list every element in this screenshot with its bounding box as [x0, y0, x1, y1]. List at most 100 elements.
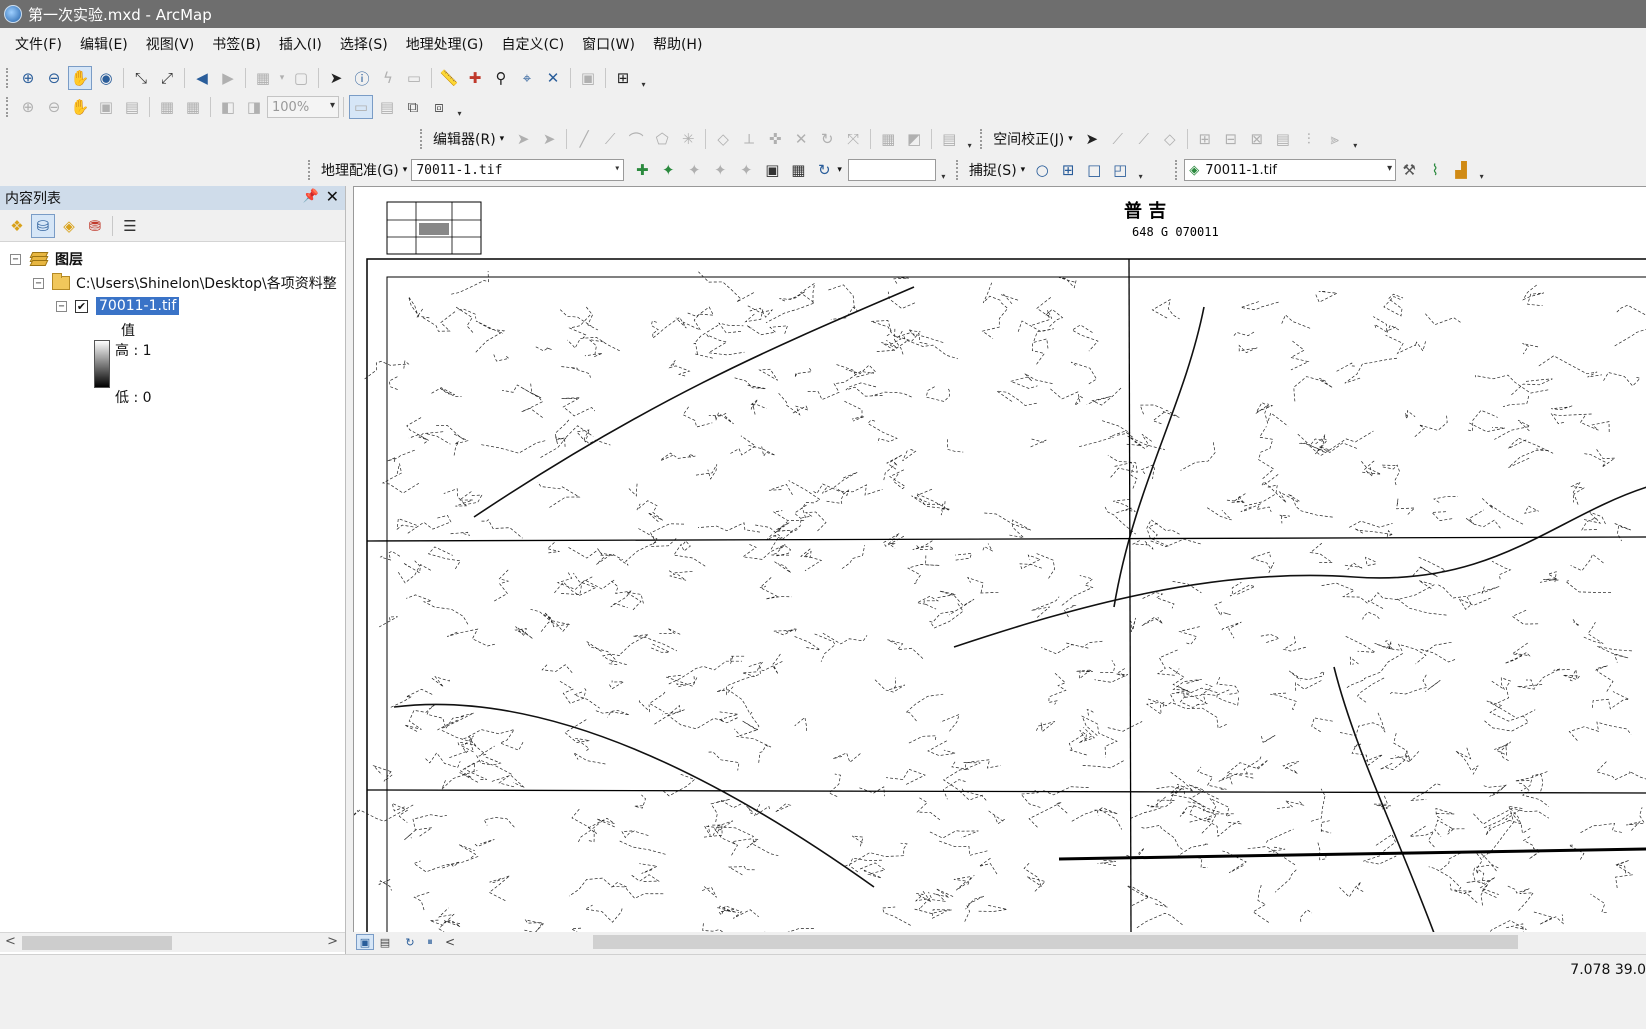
chevron-down-icon[interactable]: ▾	[1068, 134, 1073, 144]
toolbar-grip[interactable]	[6, 97, 10, 117]
time-slider-icon[interactable]: ▣	[576, 66, 600, 90]
toggle-draft-mode-icon[interactable]: ▭	[349, 95, 373, 119]
layout-zoom-combo[interactable]: 100% ▾	[267, 96, 339, 118]
create-features-icon[interactable]: ▤	[937, 127, 961, 151]
find-binoculars-icon[interactable]: ⚲	[489, 66, 513, 90]
fixed-zoom-in-layout-icon[interactable]: ▦	[155, 95, 179, 119]
toolbar-overflow-icon[interactable]: ▾	[965, 128, 974, 150]
edit-vertices-icon[interactable]: ◇	[711, 127, 735, 151]
zoom-to-selected-link-icon[interactable]: ✦	[708, 158, 732, 182]
scroll-right-arrow-icon[interactable]: >	[327, 934, 338, 949]
scale-tool-icon[interactable]: ⤧	[841, 127, 865, 151]
add-control-points-icon[interactable]: ✚	[630, 158, 654, 182]
effects-layer-combo[interactable]: ◈ 70011-1.tif ▾	[1184, 159, 1397, 181]
layout-zoom-in-icon[interactable]: ⊕	[16, 95, 40, 119]
layout-zoom-out-icon[interactable]: ⊖	[42, 95, 66, 119]
end-point-arc-icon[interactable]: ⟋	[598, 127, 622, 151]
sketch-properties-icon[interactable]: ◩	[902, 127, 926, 151]
list-by-source-icon[interactable]: ⛁	[31, 213, 55, 238]
chevron-down-icon[interactable]: ▾	[1387, 163, 1392, 174]
menu-bookmarks[interactable]: 书签(B)	[203, 28, 270, 62]
toolbar-grip[interactable]	[955, 160, 960, 180]
scroll-left-arrow-icon[interactable]: <	[441, 934, 459, 950]
scanned-topographic-map[interactable]: 普 吉 648 G 070011	[354, 187, 1646, 932]
map-display[interactable]: 普 吉 648 G 070011	[353, 186, 1646, 932]
menu-edit[interactable]: 编辑(E)	[71, 28, 137, 62]
toolbar-overflow-icon[interactable]: ▾	[1477, 159, 1486, 181]
spatial-adjustment-menu-button[interactable]: 空间校正(J)	[993, 129, 1064, 149]
point-snapping-icon[interactable]: ○	[1030, 158, 1054, 182]
chevron-down-icon[interactable]: ▾	[614, 163, 620, 174]
adjust-transparency-hammer-icon[interactable]: ⚒	[1397, 158, 1421, 182]
collapse-icon[interactable]: −	[56, 300, 67, 312]
straight-segment-icon[interactable]: ╱	[572, 127, 596, 151]
editor-menu-button[interactable]: 编辑器(R)	[433, 129, 496, 149]
vertex-snapping-icon[interactable]: □	[1082, 158, 1106, 182]
delete-link-icon[interactable]: ✦	[734, 158, 758, 182]
forward-arrow-icon[interactable]: ▶	[216, 66, 240, 90]
select-link-icon[interactable]: ✦	[682, 158, 706, 182]
toolbar-overflow-icon[interactable]: ▾	[939, 159, 948, 181]
change-layout-icon[interactable]: ⧉	[401, 95, 425, 119]
split-tool-icon[interactable]: ✕	[789, 127, 813, 151]
scroll-left-arrow-icon[interactable]: <	[5, 934, 16, 949]
scrollbar-thumb[interactable]	[22, 936, 172, 950]
toolbar-overflow-icon[interactable]: ▾	[639, 67, 648, 89]
layer-visibility-checkbox[interactable]: ✔	[75, 299, 88, 313]
zoom-whole-page-icon[interactable]: ▣	[94, 95, 118, 119]
snapping-menu-button[interactable]: 捕捉(S)	[969, 160, 1017, 180]
toc-options-icon[interactable]: ☰	[118, 214, 142, 238]
rotation-angle-input[interactable]	[847, 159, 936, 181]
clear-limited-adjust-area-icon[interactable]: ⊠	[1245, 127, 1269, 151]
data-view-icon[interactable]: ▣	[356, 934, 374, 950]
measure-ruler-icon[interactable]: 📏	[437, 66, 461, 90]
menu-view[interactable]: 视图(V)	[137, 28, 204, 62]
list-by-selection-icon[interactable]: ⛃	[83, 214, 107, 238]
menu-geoprocessing[interactable]: 地理处理(G)	[397, 28, 493, 62]
menu-windows[interactable]: 窗口(W)	[573, 28, 644, 62]
hyperlink-lightning-icon[interactable]: ϟ	[376, 66, 400, 90]
toolbar-overflow-icon[interactable]: ▾	[455, 96, 464, 118]
chevron-down-icon[interactable]: ▾	[1021, 165, 1026, 175]
zoom-out-icon[interactable]: ⊖	[42, 66, 66, 90]
toolbar-grip[interactable]	[980, 129, 984, 149]
add-data-plus-icon[interactable]: ✚	[463, 66, 487, 90]
list-by-drawing-order-icon[interactable]: ❖	[5, 214, 29, 238]
trace-icon[interactable]: ⌒	[624, 127, 648, 151]
tree-folder-source[interactable]: − C:\Users\Shinelon\Desktop\各项资料整	[33, 273, 337, 293]
pin-icon[interactable]: 📌	[303, 189, 319, 204]
view-link-table-icon[interactable]: ▦	[786, 158, 810, 182]
tree-layer-label[interactable]: 70011-1.tif	[96, 297, 180, 315]
collapse-icon[interactable]: −	[10, 253, 21, 265]
menu-help[interactable]: 帮助(H)	[644, 28, 711, 62]
attributes-window-icon[interactable]: ▦	[876, 127, 900, 151]
data-driven-pages-icon[interactable]: ⧈	[427, 95, 451, 119]
fixed-zoom-in-icon[interactable]: ⤡	[129, 66, 153, 90]
swipe-layer-icon[interactable]: ⌇	[1423, 158, 1447, 182]
cut-polygons-icon[interactable]: ✜	[763, 127, 787, 151]
list-by-visibility-icon[interactable]: ◈	[57, 214, 81, 238]
edge-match-icon[interactable]: ⫶	[1297, 127, 1321, 151]
layout-pan-icon[interactable]: ✋	[68, 95, 92, 119]
chevron-down-icon[interactable]: ▾	[837, 165, 842, 175]
end-snapping-icon[interactable]: ⊞	[1056, 158, 1080, 182]
menu-file[interactable]: 文件(F)	[6, 28, 71, 62]
menu-insert[interactable]: 插入(I)	[270, 28, 331, 62]
new-identity-link-icon[interactable]: ⊞	[1193, 127, 1217, 151]
toolbar-grip[interactable]	[308, 160, 312, 180]
goto-xy-icon[interactable]: ✕	[541, 66, 565, 90]
chevron-down-icon[interactable]: ▾	[403, 165, 408, 175]
toolbar-overflow-icon[interactable]: ▾	[1136, 159, 1145, 181]
rotate-tool-icon[interactable]: ↻	[815, 127, 839, 151]
dropdown-arrow-icon[interactable]: ▾	[277, 66, 287, 90]
toc-horizontal-scrollbar[interactable]: < >	[0, 932, 345, 952]
zoom-in-icon[interactable]: ⊕	[16, 66, 40, 90]
toolbar-grip[interactable]	[6, 68, 10, 88]
toolbar-overflow-icon[interactable]: ▾	[1351, 128, 1360, 150]
auto-registration-icon[interactable]: ✦	[656, 158, 680, 182]
chevron-down-icon[interactable]: ▾	[330, 100, 335, 111]
chevron-down-icon[interactable]: ▾	[500, 134, 505, 144]
zoom-100-percent-icon[interactable]: ▤	[120, 95, 144, 119]
collapse-icon[interactable]: −	[33, 277, 44, 289]
select-features-icon[interactable]: ▦	[251, 66, 275, 90]
